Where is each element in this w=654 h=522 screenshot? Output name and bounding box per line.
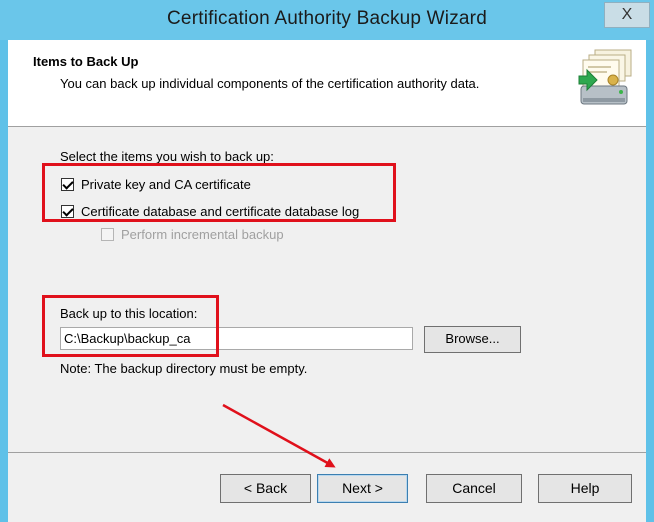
close-button[interactable]: X (604, 2, 650, 28)
location-note: Note: The backup directory must be empty… (60, 361, 308, 376)
page-subtitle: You can back up individual components of… (60, 76, 480, 91)
backup-certificate-icon (578, 49, 632, 105)
next-button[interactable]: Next > (317, 474, 408, 503)
page-title: Items to Back Up (33, 54, 139, 69)
checkbox-incremental-backup-label: Perform incremental backup (121, 227, 284, 242)
annotation-box-items (42, 163, 396, 222)
wizard-header: Items to Back Up You can back up individ… (8, 40, 646, 127)
checkbox-incremental-backup[interactable]: Perform incremental backup (101, 227, 284, 242)
close-icon: X (621, 6, 633, 23)
back-button[interactable]: < Back (220, 474, 311, 503)
annotation-box-location (42, 295, 219, 357)
footer-divider (8, 452, 646, 453)
wizard-body: Items to Back Up You can back up individ… (8, 40, 646, 522)
window-title: Certification Authority Backup Wizard (167, 8, 487, 29)
browse-button[interactable]: Browse... (424, 326, 521, 353)
items-prompt: Select the items you wish to back up: (60, 149, 274, 164)
checkbox-incremental-backup-box[interactable] (101, 228, 114, 241)
window-frame-left (0, 40, 8, 522)
window-frame-right (646, 40, 654, 522)
cancel-button[interactable]: Cancel (426, 474, 522, 503)
help-button[interactable]: Help (538, 474, 632, 503)
title-bar: Certification Authority Backup Wizard X (0, 0, 654, 40)
